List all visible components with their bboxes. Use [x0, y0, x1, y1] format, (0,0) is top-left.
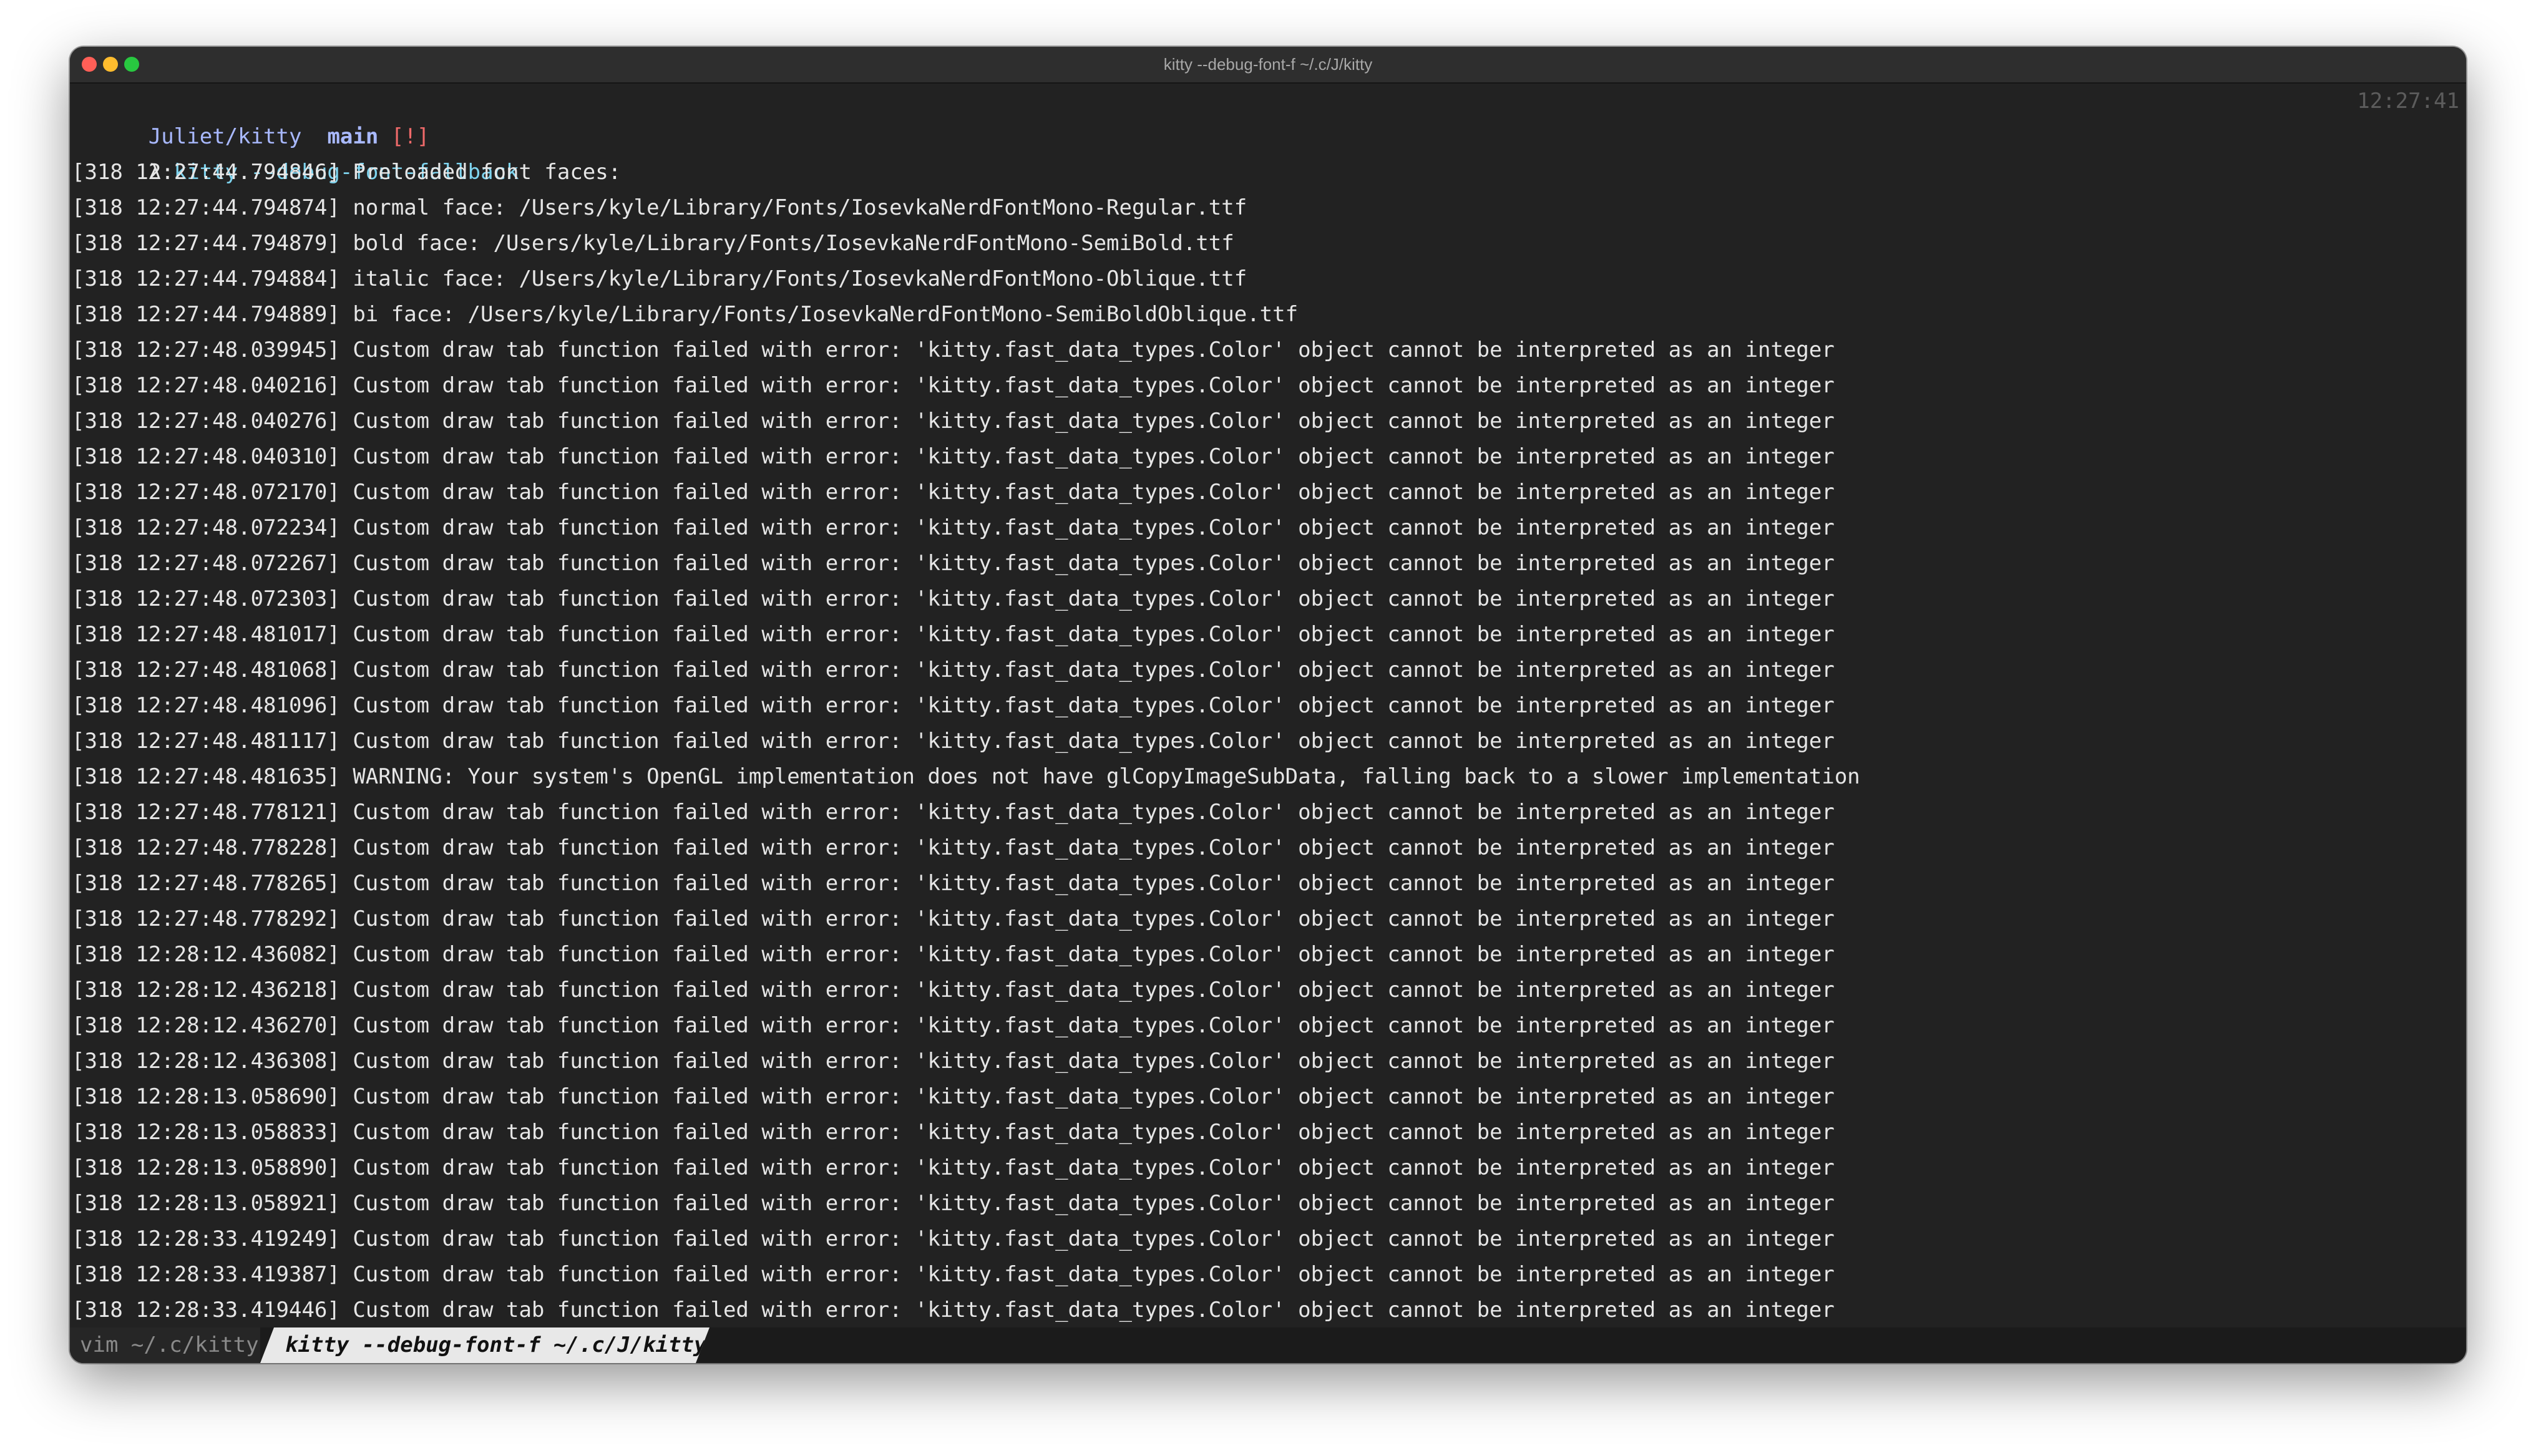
log-line: [318 12:27:48.040216] Custom draw tab fu… — [72, 373, 1835, 398]
log-line: [318 12:28:12.436218] Custom draw tab fu… — [72, 978, 1835, 1002]
log-line: [318 12:27:48.481017] Custom draw tab fu… — [72, 622, 1835, 647]
log-line: [318 12:27:48.040310] Custom draw tab fu… — [72, 444, 1835, 469]
prompt-line: Juliet/kitty main [!] 12:27:41 — [72, 84, 2462, 149]
log-line: [318 12:28:13.058690] Custom draw tab fu… — [72, 1084, 1835, 1109]
log-line: [318 12:27:48.481096] Custom draw tab fu… — [72, 693, 1835, 718]
log-line: [318 12:27:44.794884] italic face: /User… — [72, 266, 1247, 291]
log-line: [318 12:27:48.481635] WARNING: Your syst… — [72, 764, 1860, 789]
log-line: [318 12:27:48.778228] Custom draw tab fu… — [72, 835, 1835, 860]
terminal-window[interactable]: kitty --debug-font-f ~/.c/J/kitty Juliet… — [70, 47, 2466, 1363]
log-line: [318 12:28:13.058833] Custom draw tab fu… — [72, 1120, 1835, 1145]
log-line: [318 12:27:44.794889] bi face: /Users/ky… — [72, 302, 1299, 327]
log-line: [318 12:27:48.072267] Custom draw tab fu… — [72, 551, 1835, 576]
tab-inactive[interactable]: vim ~/.c/kitty — [70, 1327, 260, 1363]
window-title: kitty --debug-font-f ~/.c/J/kitty — [1163, 55, 1373, 74]
log-line: [318 12:27:48.072170] Custom draw tab fu… — [72, 480, 1835, 505]
log-line: [318 12:27:44.794879] bold face: /Users/… — [72, 231, 1234, 256]
log-line: [318 12:27:44.794874] normal face: /User… — [72, 195, 1247, 220]
log-line: [318 12:27:48.072303] Custom draw tab fu… — [72, 586, 1835, 611]
prompt-clock: 12:27:41 — [2357, 89, 2459, 114]
terminal-output[interactable]: Juliet/kitty main [!] 12:27:41 λ kitty -… — [70, 84, 2466, 1325]
log-line: [318 12:28:33.419387] Custom draw tab fu… — [72, 1262, 1835, 1287]
log-line: [318 12:28:12.436270] Custom draw tab fu… — [72, 1013, 1835, 1038]
log-line: [318 12:27:48.039945] Custom draw tab fu… — [72, 337, 1835, 362]
tab-bar: vim ~/.c/kitty kitty --debug-font-f ~/.c/… — [70, 1327, 2466, 1363]
tab-active[interactable]: kitty --debug-font-f ~/.c/J/kitty — [260, 1327, 710, 1363]
log-line: [318 12:27:48.481117] Custom draw tab fu… — [72, 729, 1835, 754]
title-bar[interactable]: kitty --debug-font-f ~/.c/J/kitty — [70, 47, 2466, 84]
log-line: [318 12:27:44.794846] Preloaded font fac… — [72, 160, 622, 185]
log-line: [318 12:27:48.778121] Custom draw tab fu… — [72, 800, 1835, 825]
log-line: [318 12:28:33.419446] Custom draw tab fu… — [72, 1298, 1835, 1323]
log-line: [318 12:27:48.481068] Custom draw tab fu… — [72, 658, 1835, 682]
log-line: [318 12:27:48.778265] Custom draw tab fu… — [72, 871, 1835, 896]
command-line: λ kitty --debug-font-fallback — [72, 119, 519, 185]
log-line: [318 12:28:12.436308] Custom draw tab fu… — [72, 1049, 1835, 1074]
log-line: [318 12:27:48.040276] Custom draw tab fu… — [72, 409, 1835, 434]
log-line: [318 12:28:13.058921] Custom draw tab fu… — [72, 1191, 1835, 1216]
log-line: [318 12:27:48.072234] Custom draw tab fu… — [72, 515, 1835, 540]
log-line: [318 12:27:48.778292] Custom draw tab fu… — [72, 906, 1835, 931]
log-line: [318 12:28:12.436082] Custom draw tab fu… — [72, 942, 1835, 967]
log-line: [318 12:28:13.058890] Custom draw tab fu… — [72, 1155, 1835, 1180]
log-line: [318 12:28:33.419249] Custom draw tab fu… — [72, 1226, 1835, 1251]
